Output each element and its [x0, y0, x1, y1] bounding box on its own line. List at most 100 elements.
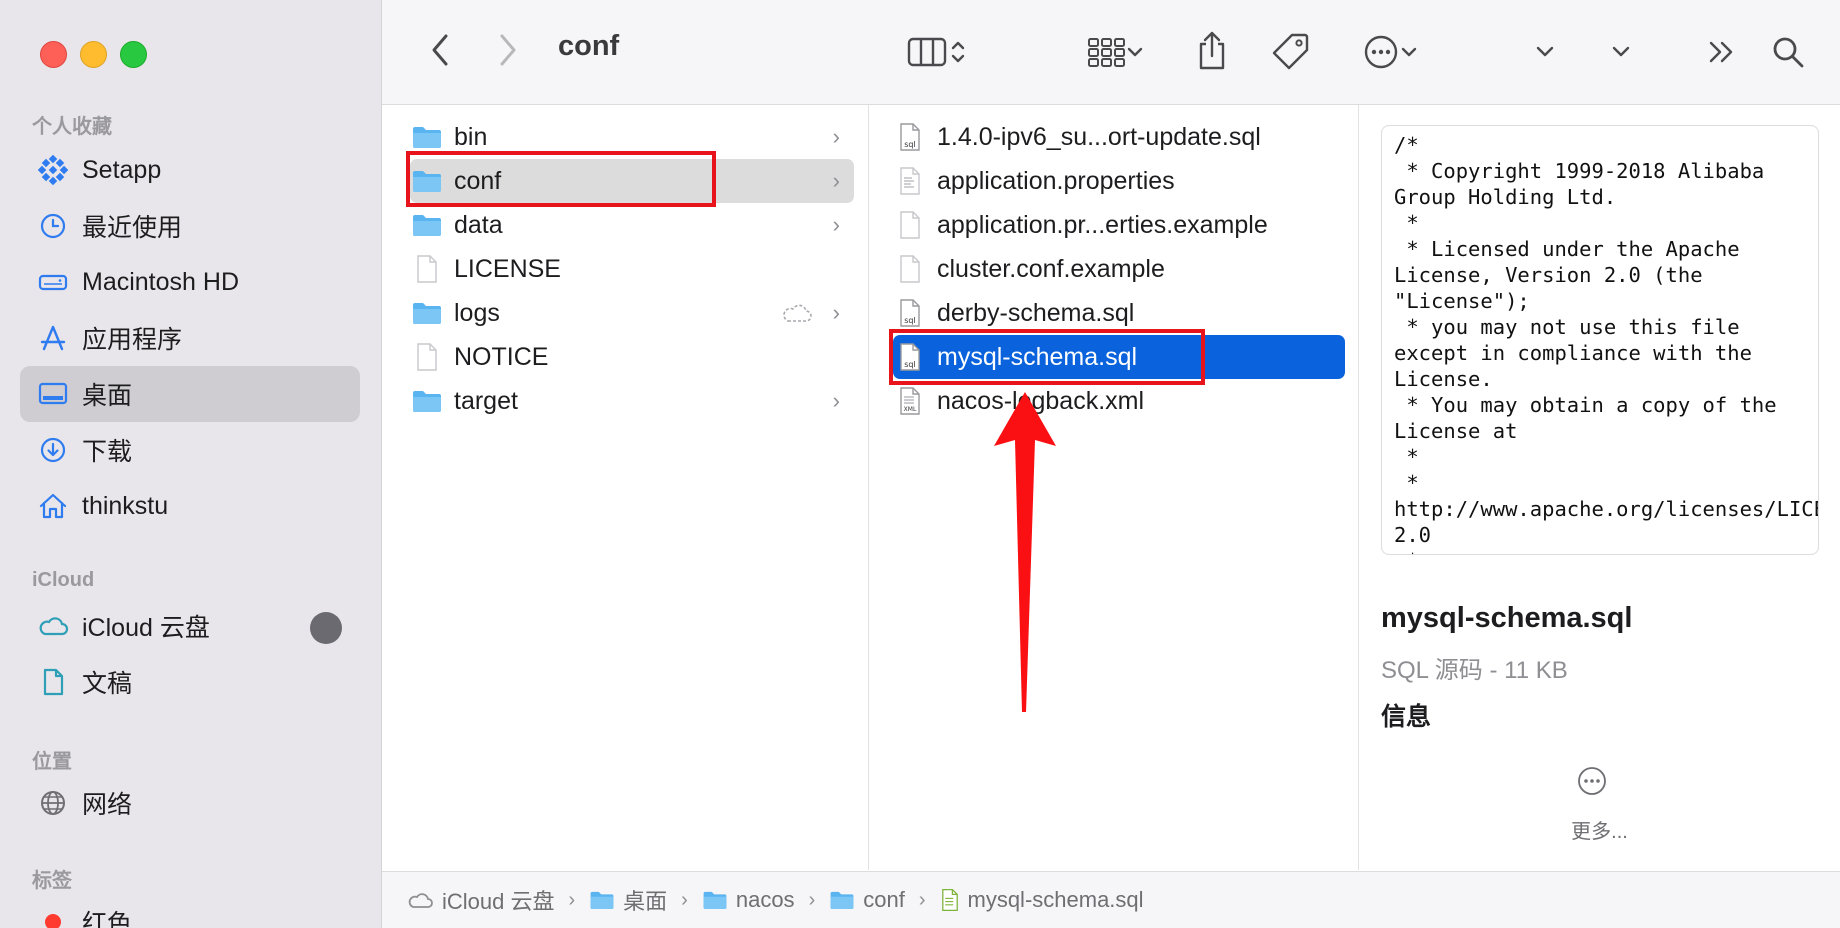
share-button[interactable] — [1192, 26, 1232, 76]
minimize-window-button[interactable] — [80, 41, 107, 68]
more-ellipsis-icon[interactable] — [1576, 765, 1608, 802]
preview-filename: mysql-schema.sql — [1381, 602, 1633, 634]
sidebar-item-label: 桌面 — [82, 382, 133, 410]
folder-icon — [830, 891, 854, 909]
chevron-down-icon — [1612, 46, 1630, 57]
list-item-target[interactable]: target › — [410, 379, 854, 423]
sidebar-item-label: 最近使用 — [82, 214, 183, 242]
file-preview: /* * Copyright 1999-2018 Alibaba Group H… — [1381, 125, 1819, 555]
finder-window: 个人收藏 Setapp 最近使用 Macintosh HD 应用程序 桌面 下载… — [0, 0, 1840, 928]
icloud-icon — [408, 893, 433, 908]
path-item-nacos[interactable]: nacos — [702, 887, 795, 913]
chevron-right-icon: › — [832, 212, 840, 237]
sidebar-item-label: 红色 — [82, 910, 133, 928]
list-item-license[interactable]: LICENSE — [410, 247, 854, 291]
chevron-down-icon — [1127, 47, 1143, 57]
file-icon — [410, 252, 444, 286]
more-button[interactable]: 更多... — [1359, 815, 1840, 844]
sql-file-icon: sql — [893, 296, 927, 330]
group-button[interactable] — [1076, 30, 1154, 74]
sidebar-item-documents[interactable]: 文稿 — [20, 654, 360, 710]
list-item-application-properties[interactable]: application.properties — [893, 159, 1345, 203]
sidebar-item-setapp[interactable]: Setapp — [20, 142, 360, 198]
forward-button[interactable] — [490, 30, 526, 70]
sidebar-item-recents[interactable]: 最近使用 — [20, 198, 360, 254]
updown-chevron-icon — [951, 41, 965, 63]
double-chevron-right-icon — [1709, 41, 1733, 63]
chevron-right-icon — [500, 34, 516, 66]
sidebar-item-home[interactable]: thinkstu — [20, 478, 360, 534]
sidebar-item-macintosh-hd[interactable]: Macintosh HD — [20, 254, 360, 310]
list-item-cluster-conf-example[interactable]: cluster.conf.example — [893, 247, 1345, 291]
svg-text:XML: XML — [904, 406, 917, 413]
folder-icon — [703, 891, 727, 909]
close-window-button[interactable] — [40, 41, 67, 68]
sidebar-item-label: 网络 — [82, 791, 133, 819]
file-name: NOTICE — [454, 342, 549, 371]
chevron-right-icon: › — [832, 300, 840, 325]
list-item-data[interactable]: data › — [410, 203, 854, 247]
path-item-conf[interactable]: conf — [829, 887, 905, 913]
list-item-notice[interactable]: NOTICE — [410, 335, 854, 379]
ellipsis-circle-icon — [1364, 35, 1398, 69]
overflow-button[interactable] — [1702, 34, 1742, 70]
file-name: cluster.conf.example — [937, 254, 1165, 283]
sidebar-item-label: Macintosh HD — [82, 267, 239, 296]
applications-icon — [36, 321, 70, 355]
path-item-label: nacos — [735, 887, 795, 912]
sidebar-section-locations: 位置 — [32, 751, 72, 773]
view-mode-button[interactable] — [896, 30, 976, 74]
preview-file-meta: SQL 源码 - 11 KB — [1381, 657, 1568, 684]
file-name: application.properties — [937, 166, 1175, 195]
sidebar-item-icloud-drive[interactable]: iCloud 云盘 — [20, 598, 360, 654]
red-tag-icon — [36, 905, 70, 928]
file-name: bin — [454, 122, 488, 151]
search-button[interactable] — [1766, 30, 1810, 74]
tag-button[interactable] — [1268, 28, 1314, 74]
file-name: derby-schema.sql — [937, 298, 1135, 327]
desktop-icon — [36, 377, 70, 411]
dropdown-button-2[interactable] — [1606, 36, 1636, 66]
sql-file-icon: sql — [893, 120, 927, 154]
annotation-highlight-conf — [406, 151, 716, 207]
sidebar-item-label: thinkstu — [82, 491, 169, 520]
sql-file-icon — [941, 888, 958, 912]
sidebar-item-label: 下载 — [82, 438, 133, 466]
list-item-application-properties-example[interactable]: application.pr...erties.example — [893, 203, 1345, 247]
sidebar-item-downloads[interactable]: 下载 — [20, 422, 360, 478]
path-item-mysql-schema[interactable]: mysql-schema.sql — [940, 887, 1144, 913]
folder-icon — [410, 384, 444, 418]
folder-icon — [410, 296, 444, 330]
sidebar-item-network[interactable]: 网络 — [20, 775, 360, 831]
clock-icon — [36, 209, 70, 243]
svg-text:sql: sql — [904, 140, 915, 149]
network-icon — [36, 786, 70, 820]
file-name: data — [454, 210, 503, 239]
file-name: LICENSE — [454, 254, 561, 283]
folder-icon — [410, 208, 444, 242]
list-item-nacos-logback-xml[interactable]: XML nacos-logback.xml — [893, 379, 1345, 423]
path-item-desktop[interactable]: 桌面 — [589, 884, 667, 916]
sidebar-item-applications[interactable]: 应用程序 — [20, 310, 360, 366]
list-item-ipv6-sql[interactable]: sql 1.4.0-ipv6_su...ort-update.sql — [893, 115, 1345, 159]
search-icon — [1773, 37, 1804, 68]
setapp-icon — [36, 153, 70, 187]
annotation-arrow-icon — [994, 392, 1056, 712]
path-item-label: mysql-schema.sql — [967, 887, 1144, 912]
path-separator: › — [681, 888, 688, 911]
chevron-down-icon — [1401, 47, 1417, 57]
path-item-icloud[interactable]: iCloud 云盘 — [406, 884, 554, 916]
home-icon — [36, 489, 70, 523]
sidebar-item-tag-red[interactable]: 红色 — [20, 894, 360, 928]
sidebar-item-desktop[interactable]: 桌面 — [20, 366, 360, 422]
back-button[interactable] — [422, 30, 458, 70]
chevron-right-icon: › — [832, 388, 840, 413]
chevron-right-icon: › — [832, 124, 840, 149]
dropdown-button[interactable] — [1530, 36, 1560, 66]
list-item-logs[interactable]: logs › — [410, 291, 854, 335]
zoom-window-button[interactable] — [120, 41, 147, 68]
action-menu-button[interactable] — [1352, 30, 1428, 74]
download-icon — [36, 433, 70, 467]
path-bar: iCloud 云盘 › 桌面 › nacos › conf › mysql-sc… — [382, 871, 1840, 928]
sidebar-item-label: 应用程序 — [82, 326, 183, 354]
